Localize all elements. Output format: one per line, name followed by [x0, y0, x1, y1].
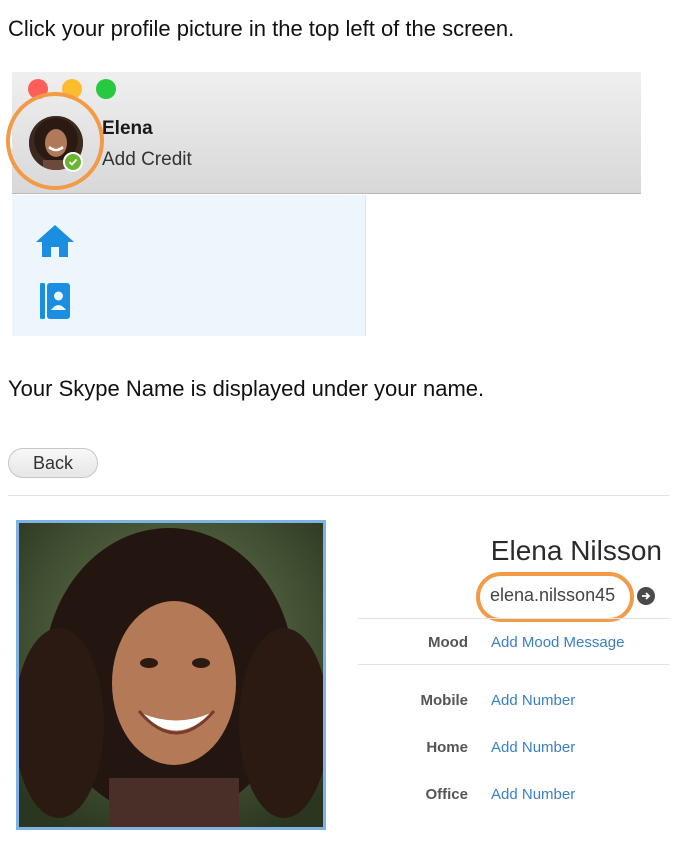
title-bar: Elena Add Credit	[6, 72, 641, 194]
mobile-label: Mobile	[420, 692, 469, 709]
add-mood-message-link[interactable]: Add Mood Message	[491, 634, 624, 651]
add-mobile-number-link[interactable]: Add Number	[491, 692, 575, 709]
contacts-icon[interactable]	[40, 283, 70, 324]
add-office-number-link[interactable]: Add Number	[491, 786, 575, 803]
online-status-icon	[63, 152, 83, 172]
office-label: Office	[425, 786, 468, 803]
divider	[8, 495, 669, 496]
home-label: Home	[426, 739, 468, 756]
arrow-right-icon[interactable]	[637, 587, 655, 605]
sidebar	[12, 195, 366, 336]
home-icon[interactable]	[34, 223, 76, 264]
profile-photo	[16, 520, 326, 830]
divider	[358, 618, 669, 619]
full-name: Elena Nilsson	[490, 535, 662, 566]
skype-window-screenshot: Elena Add Credit	[6, 72, 641, 336]
divider	[358, 664, 669, 665]
mood-label: Mood	[428, 634, 468, 651]
instruction-step-2: Your Skype Name is displayed under your …	[8, 376, 485, 401]
profile-picture-highlight	[6, 92, 104, 190]
add-home-number-link[interactable]: Add Number	[491, 739, 575, 756]
profile-name: Elena	[102, 118, 153, 139]
zoom-window-button[interactable]	[96, 79, 116, 99]
add-credit-link[interactable]: Add Credit	[102, 149, 192, 171]
instruction-step-1: Click your profile picture in the top le…	[8, 16, 515, 41]
back-button[interactable]: Back	[8, 448, 98, 478]
skype-name: elena.nilsson45	[490, 585, 616, 605]
